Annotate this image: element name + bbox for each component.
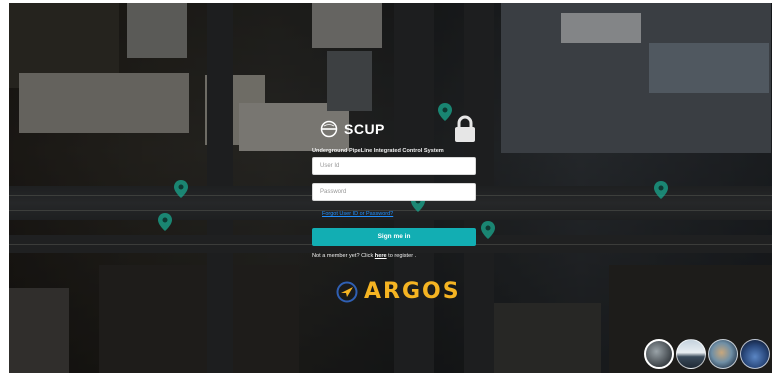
lock-icon (455, 115, 475, 142)
aerial-background: SCUP Underground PipeLine Integrated Con… (9, 3, 772, 373)
argos-wordmark: ARGOS (364, 279, 461, 304)
background-selector (644, 339, 770, 369)
map-pin-icon (481, 221, 495, 239)
sign-in-button[interactable]: Sign me in (312, 228, 476, 246)
user-id-input[interactable]: User Id (312, 157, 476, 175)
argos-logo: ARGOS (336, 279, 461, 304)
scup-logo-icon (320, 120, 338, 138)
map-pin-icon (174, 180, 188, 198)
bg-thumb-satellite-city[interactable] (644, 339, 674, 369)
map-pin-icon (654, 181, 668, 199)
map-pin-icon (158, 213, 172, 231)
login-panel: SCUP Underground PipeLine Integrated Con… (312, 115, 480, 259)
forgot-credentials-link[interactable]: Forgot User ID or Password? (322, 211, 480, 217)
register-suffix: to register . (386, 253, 417, 259)
bg-thumb-space[interactable] (740, 339, 770, 369)
register-prompt: Not a member yet? Click here to register… (312, 253, 480, 259)
bg-thumb-aurora-landscape[interactable] (676, 339, 706, 369)
argos-emblem-icon (336, 281, 358, 302)
app-subtitle: Underground PipeLine Integrated Control … (312, 148, 444, 154)
register-link[interactable]: here (375, 253, 387, 259)
bg-thumb-globe[interactable] (708, 339, 738, 369)
register-prefix: Not a member yet? Click (312, 253, 375, 259)
password-input[interactable]: Password (312, 183, 476, 201)
brand-name: SCUP (344, 121, 385, 137)
